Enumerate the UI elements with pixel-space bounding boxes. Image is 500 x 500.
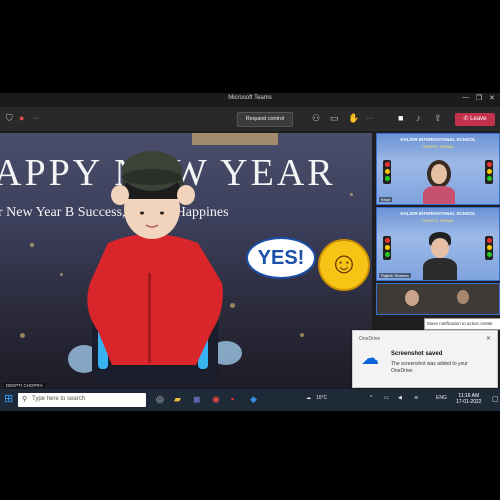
shared-video-stage[interactable]: APPY NEW YEAR r New Year B Success, Love… [0, 133, 372, 391]
file-explorer-icon[interactable]: ▰ [174, 394, 181, 404]
more-icon[interactable]: ··· [366, 114, 373, 123]
traffic-light-icon [485, 236, 493, 260]
record-icon[interactable]: ● [19, 114, 24, 123]
maximize-button[interactable]: ❐ [476, 94, 482, 102]
search-placeholder: Type here to search [32, 396, 86, 402]
request-control-button[interactable]: Request control [237, 112, 293, 127]
leave-label: Leave [470, 116, 487, 122]
chrome-icon[interactable]: ◉ [212, 394, 220, 404]
windows-taskbar: ⊞ ⚲ Type here to search ◎ ▰ ◼ ◉ ▪ ◆ ☁ 16… [0, 389, 500, 411]
participant-tile[interactable]: KALIOR INTERNATIONAL SCHOOL TRAFFIC SIGN… [376, 207, 500, 281]
chevron-up-icon[interactable]: ^ [370, 395, 372, 401]
clock-date: 17-01-2022 [456, 399, 482, 405]
meeting-toolbar: ⛉ ● ··· Request control ⚇ ▭ ✋ ··· ■ ♪ ⇪ … [0, 107, 500, 131]
child-figure [68, 151, 242, 383]
traffic-light-icon [383, 160, 391, 184]
raise-hand-icon[interactable]: ✋ [348, 114, 359, 123]
traffic-light-icon [485, 160, 493, 184]
weather-icon[interactable]: ☁ [306, 395, 311, 401]
minimize-button[interactable]: — [462, 94, 469, 101]
app-icon[interactable]: ▪ [231, 394, 234, 404]
yes-speech-bubble: YES! [246, 237, 316, 279]
tooltip: Move notification to action center [424, 318, 500, 330]
windows-start-icon[interactable]: ⊞ [4, 394, 13, 405]
taskbar-search-box[interactable]: ⚲ Type here to search [18, 393, 146, 407]
smiley-emoji-icon: ☺ [318, 239, 370, 291]
tile-event: TRAFFIC SIGNAL [421, 218, 455, 223]
toast-heading: Screenshot saved [391, 351, 443, 357]
traffic-light-icon [383, 236, 391, 260]
network-icon[interactable]: ▭ [384, 395, 389, 401]
presenter-caption: DEEPTI CHOPRA [4, 383, 45, 388]
tile-school: KALIOR INTERNATIONAL SCHOOL [400, 211, 476, 216]
share-icon[interactable]: ⇪ [434, 114, 442, 123]
cloud-icon: ☁ [361, 348, 379, 368]
close-button[interactable]: ✕ [489, 94, 495, 102]
participant-tile[interactable] [376, 283, 500, 315]
title-bar: Microsoft Teams — ❐ ✕ [0, 93, 500, 107]
search-icon: ⚲ [22, 396, 28, 403]
leave-button[interactable]: ✆ Leave [455, 113, 495, 126]
chat-icon[interactable]: ▭ [330, 114, 339, 123]
tile-event: TRAFFIC SIGNAL [421, 144, 455, 149]
teams-icon[interactable]: ◼ [193, 394, 200, 404]
participant-tile[interactable]: KALIOR INTERNATIONAL SCHOOL TRAFFIC SIGN… [376, 133, 500, 205]
toast-body: The screenshot was added to your OneDriv… [391, 361, 468, 374]
more-icon[interactable]: ··· [32, 114, 39, 123]
taskbar-clock[interactable]: 11:16 AM 17-01-2022 [456, 393, 482, 405]
camera-icon[interactable]: ■ [398, 114, 403, 123]
onedrive-notification[interactable]: OneDrive ✕ ☁ Screenshot saved The screen… [352, 330, 498, 388]
app-icon[interactable]: ◆ [250, 394, 257, 404]
mic-icon[interactable]: ♪ [416, 114, 421, 123]
weather-temp: 16°C [316, 395, 328, 401]
tile-name: Rajesh Sharma [379, 273, 411, 278]
toast-app-name: OneDrive [359, 336, 381, 342]
tile-school: KALIOR INTERNATIONAL SCHOOL [400, 137, 476, 142]
window-title: Microsoft Teams [228, 95, 272, 101]
shield-icon[interactable]: ⛉ [6, 114, 13, 123]
people-icon[interactable]: ⚇ [312, 114, 320, 123]
notification-icon[interactable]: ▢ [492, 395, 499, 403]
tile-name: Kiran [379, 197, 393, 202]
close-icon[interactable]: ✕ [486, 335, 491, 342]
language-indicator[interactable]: ENG [436, 395, 447, 401]
volume-icon[interactable]: ◀ [398, 395, 402, 401]
wifi-icon[interactable]: ≋ [414, 395, 418, 401]
task-view-icon[interactable]: ◎ [156, 394, 164, 404]
